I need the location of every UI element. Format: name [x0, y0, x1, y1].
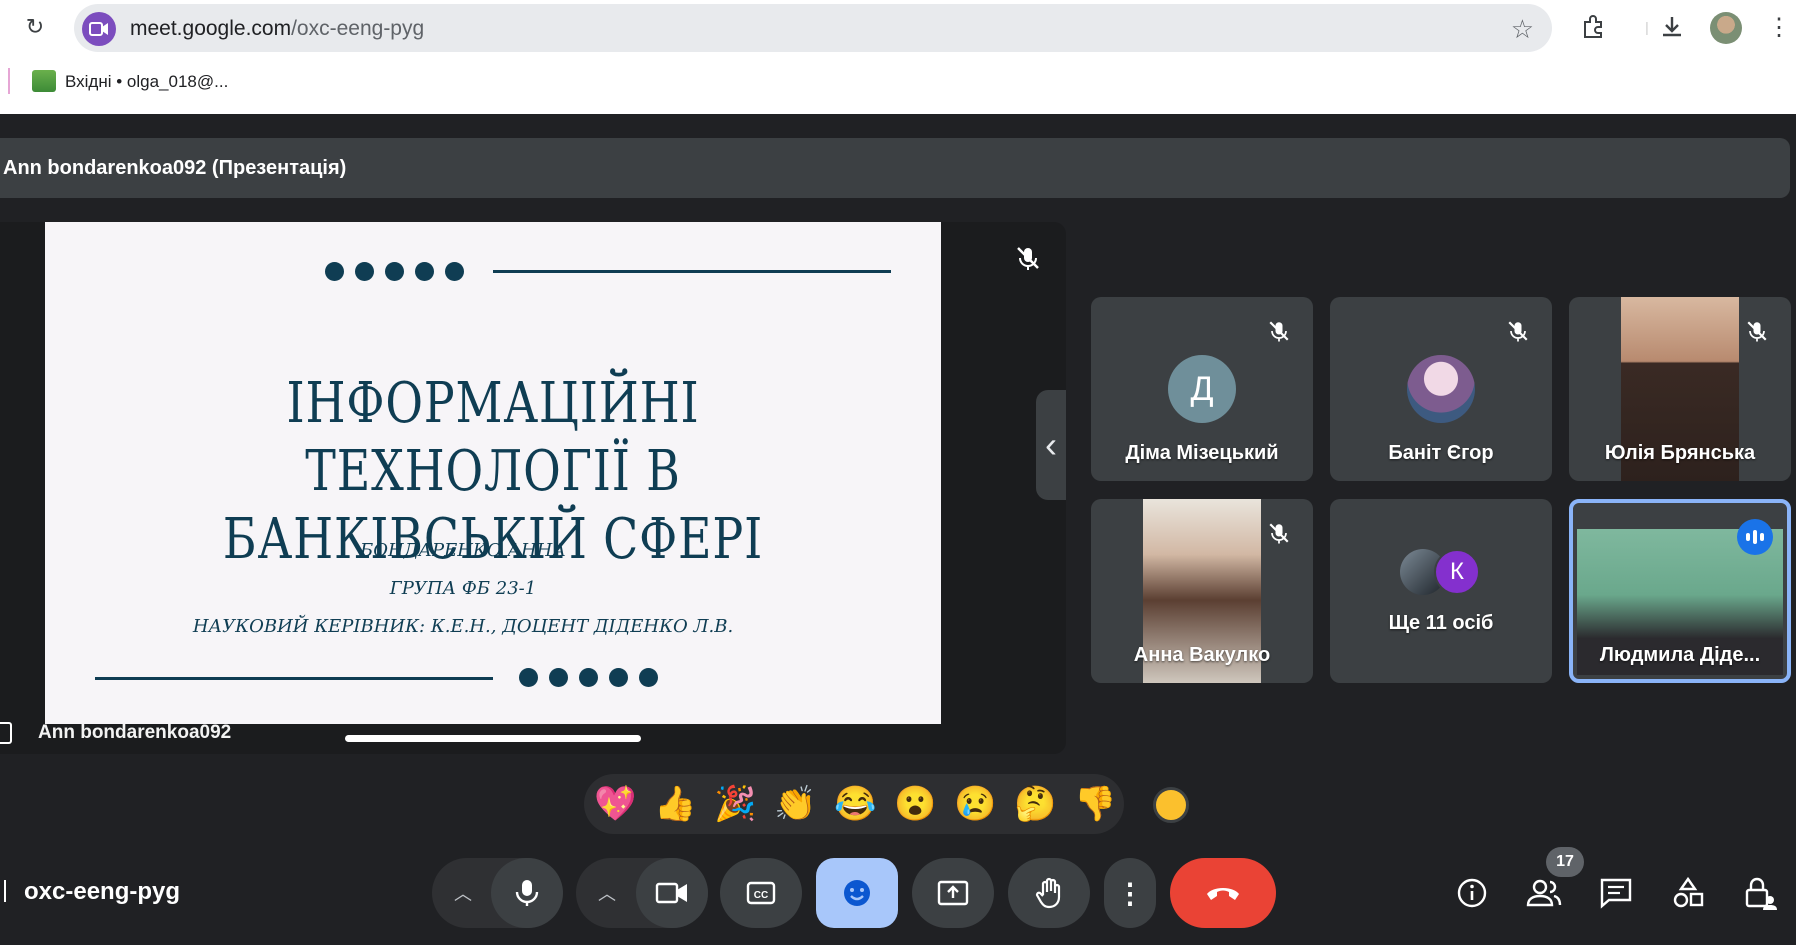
others-tile[interactable]: К Ще 11 осіб — [1330, 499, 1552, 683]
presentation-title: Ann bondarenkoa092 (Презентація) — [3, 157, 347, 179]
meeting-details-button[interactable] — [1449, 870, 1495, 916]
participant-photo-avatar — [1407, 355, 1475, 423]
reaction-laugh[interactable]: 😂 — [834, 786, 876, 822]
collapse-panel-button[interactable]: ‹ — [1036, 390, 1066, 500]
profile-avatar[interactable] — [1710, 12, 1742, 44]
download-icon[interactable] — [1655, 10, 1689, 44]
slide-line-top — [493, 270, 891, 273]
meet-window: Ann bondarenkoa092 (Презентація) ІНФОРМА… — [0, 114, 1796, 945]
svg-text:CC: CC — [754, 890, 768, 901]
reaction-sad[interactable]: 😢 — [954, 786, 996, 822]
presentation-slide: ІНФОРМАЦІЙНІ ТЕХНОЛОГІЇ В БАНКІВСЬКІЙ СФ… — [45, 222, 941, 724]
reactions-bar: 💖 👍 🎉 👏 😂 😮 😢 🤔 👎 — [584, 774, 1124, 834]
participant-name: Юлія Брянська — [1604, 442, 1756, 464]
participant-tile-speaking[interactable]: Людмила Діде... — [1569, 499, 1791, 683]
mic-off-icon — [1265, 519, 1293, 547]
participant-name: Людмила Діде... — [1599, 644, 1761, 666]
reaction-surprised[interactable]: 😮 — [894, 786, 936, 822]
camera-icon — [655, 882, 687, 904]
microphone-icon — [515, 880, 539, 906]
presentation-header: Ann bondarenkoa092 (Презентація) — [0, 138, 1790, 198]
leave-call-button[interactable] — [1170, 858, 1276, 928]
participant-name: Діма Мізецький — [1125, 442, 1279, 464]
presenting-icon — [0, 722, 12, 744]
more-menu-icon[interactable]: ⋮ — [1762, 10, 1796, 44]
presenter-name: Ann bondarenkoa092 — [38, 722, 232, 743]
browser-chrome: ↻ meet.google.com/oxc-eeng-pyg ☆ | ⋮ Вхі… — [0, 0, 1796, 114]
hang-up-icon — [1207, 888, 1239, 900]
reaction-thumbs-down[interactable]: 👎 — [1074, 786, 1116, 822]
meet-site-icon — [82, 12, 116, 46]
activities-button[interactable] — [1665, 870, 1711, 916]
emoji-reactions-button[interactable] — [816, 858, 898, 928]
mic-off-icon — [1012, 242, 1044, 274]
bookmark-star-icon[interactable]: ☆ — [1511, 14, 1534, 45]
raise-hand-button[interactable] — [1008, 858, 1090, 928]
extensions-icon[interactable] — [1576, 10, 1610, 44]
url-text: meet.google.com/oxc-eeng-pyg — [130, 17, 424, 41]
url-path: /oxc-eeng-pyg — [291, 17, 425, 40]
participant-avatar: Д — [1168, 355, 1236, 423]
more-options-button[interactable]: ⋮ — [1104, 858, 1156, 928]
reaction-party[interactable]: 🎉 — [714, 786, 756, 822]
participant-tile[interactable]: Анна Вакулко — [1091, 499, 1313, 683]
emoji-icon — [844, 880, 870, 906]
slide-group: ГРУПА ФБ 23-1 — [389, 578, 537, 599]
participants-count-badge: 17 — [1546, 847, 1584, 877]
slide-title-line1: ІНФОРМАЦІЙНІ ТЕХНОЛОГІЇ В — [286, 371, 700, 504]
participant-tile[interactable]: Баніт Єгор — [1330, 297, 1552, 481]
mic-off-icon — [1743, 317, 1771, 345]
activities-icon — [1673, 877, 1704, 908]
mail-icon — [32, 70, 56, 92]
chevron-up-icon: ︿ — [454, 884, 472, 904]
participant-avatar-small: К — [1434, 549, 1480, 595]
camera-button[interactable] — [636, 858, 708, 928]
bookmark-separator — [8, 68, 10, 94]
speaking-indicator-icon — [1737, 519, 1773, 555]
lock-person-icon — [1745, 877, 1777, 910]
skin-tone-button[interactable] — [1153, 787, 1189, 823]
mic-off-icon — [1504, 317, 1532, 345]
scrollbar[interactable] — [345, 735, 641, 742]
reaction-heart[interactable]: 💖 — [594, 786, 636, 822]
slide-author: БОНДАРЕНКО АННА — [360, 540, 566, 561]
slide-supervisor: НАУКОВИЙ КЕРІВНИК: К.Е.Н., ДОЦЕНТ ДІДЕНК… — [192, 616, 734, 637]
participant-name: Анна Вакулко — [1133, 644, 1271, 666]
host-controls-button[interactable] — [1737, 870, 1783, 916]
reaction-clap[interactable]: 👏 — [774, 786, 816, 822]
others-count-label: Ще 11 осіб — [1388, 612, 1494, 634]
code-separator — [4, 880, 6, 902]
info-icon — [1457, 878, 1487, 908]
participant-tile[interactable]: Юлія Брянська — [1569, 297, 1791, 481]
raise-hand-icon — [1035, 877, 1061, 909]
reload-icon[interactable]: ↻ — [20, 12, 50, 42]
mic-off-icon — [1265, 317, 1293, 345]
participant-tile[interactable]: Д Діма Мізецький — [1091, 297, 1313, 481]
microphone-button[interactable] — [491, 858, 563, 928]
chat-button[interactable] — [1593, 870, 1639, 916]
url-host: meet.google.com — [130, 17, 292, 40]
captions-icon: CC — [746, 881, 776, 905]
participant-name: Баніт Єгор — [1388, 442, 1494, 464]
present-screen-button[interactable] — [912, 858, 994, 928]
slide-dots-top — [325, 262, 464, 281]
presentation-tile[interactable]: ІНФОРМАЦІЙНІ ТЕХНОЛОГІЇ В БАНКІВСЬКІЙ СФ… — [0, 222, 1066, 754]
chevron-up-icon: ︿ — [598, 884, 616, 904]
bookmark-inbox[interactable]: Вхідні • olga_018@... — [65, 72, 228, 92]
present-screen-icon — [937, 880, 969, 906]
reaction-thinking[interactable]: 🤔 — [1014, 786, 1056, 822]
people-icon — [1526, 879, 1562, 907]
slide-dots-bottom — [519, 668, 658, 687]
address-bar[interactable]: meet.google.com/oxc-eeng-pyg ☆ — [74, 4, 1552, 52]
slide-line-bottom — [95, 677, 493, 680]
more-vert-icon: ⋮ — [1116, 877, 1144, 909]
chat-icon — [1600, 878, 1632, 909]
meeting-code: oxc-eeng-pyg — [24, 878, 181, 905]
bookmarks-bar: Вхідні • olga_018@... — [0, 62, 1796, 102]
captions-button[interactable]: CC — [720, 858, 802, 928]
reaction-thumbs-up[interactable]: 👍 — [654, 786, 696, 822]
